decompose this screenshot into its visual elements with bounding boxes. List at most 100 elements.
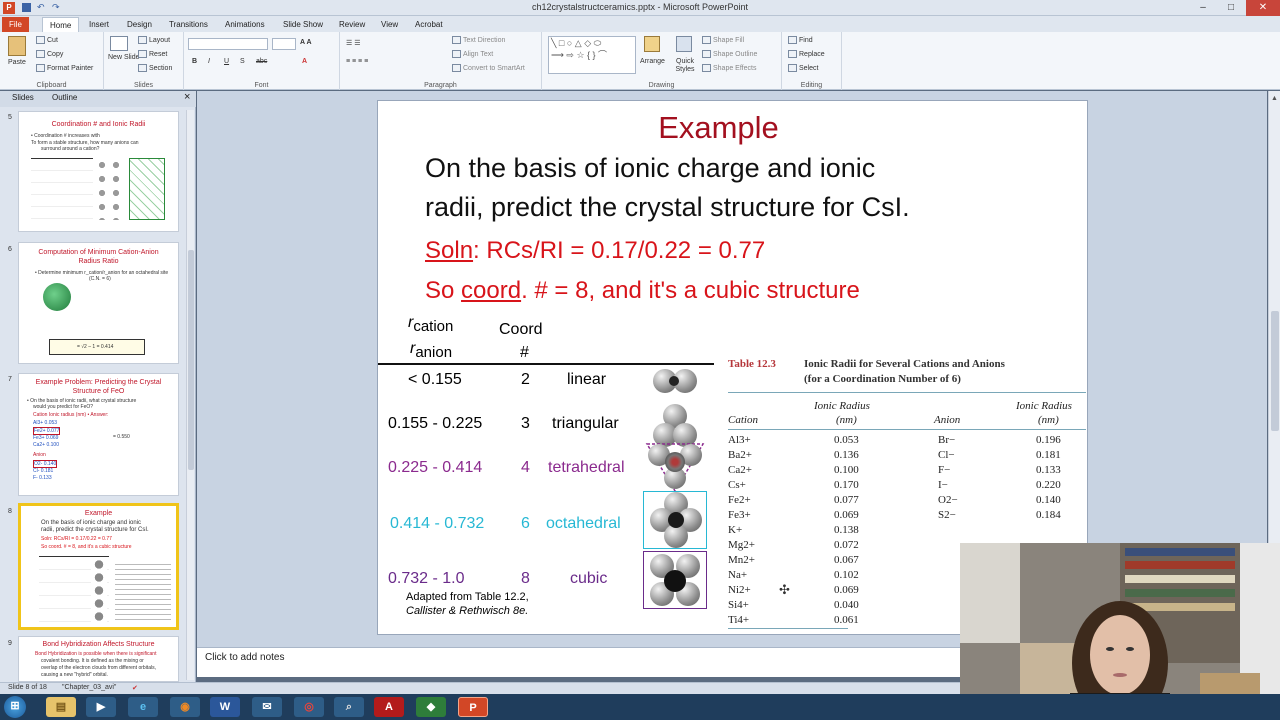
search-icon[interactable]: ⌕ [334, 697, 364, 717]
new-slide-button[interactable]: New Slide [108, 54, 140, 61]
slide-title[interactable]: Example [294, 110, 1143, 146]
format-painter-button[interactable]: Format Painter [36, 64, 93, 72]
italic-icon[interactable]: I [208, 58, 210, 65]
strikethrough-icon[interactable]: abc [256, 58, 267, 65]
align-text-button[interactable]: Align Text [452, 50, 493, 58]
font-color-icon[interactable]: A [302, 58, 307, 65]
col-header-radius: Ionic Radius [814, 400, 870, 412]
close-button[interactable]: ✕ [1246, 0, 1280, 16]
chrome-icon[interactable]: ◎ [294, 697, 324, 717]
word-icon[interactable]: W [210, 697, 240, 717]
thumb-number: 6 [8, 246, 12, 253]
internet-explorer-icon[interactable]: e [128, 697, 158, 717]
close-pane-icon[interactable]: × [184, 91, 190, 103]
solution-line[interactable]: Soln: RCs/RI = 0.17/0.22 = 0.77 [425, 237, 765, 265]
tab-design[interactable]: Design [120, 17, 159, 32]
shape-effects-button[interactable]: Shape Effects [702, 64, 756, 72]
tab-animations[interactable]: Animations [218, 17, 272, 32]
copy-button[interactable]: Copy [36, 50, 63, 58]
group-label: Drawing [648, 82, 675, 89]
font-size-select[interactable] [272, 38, 296, 50]
text-direction-button[interactable]: Text Direction [452, 36, 505, 44]
slide-thumbnail-7[interactable]: Example Problem: Predicting the Crystal … [18, 373, 179, 496]
slide-thumbnail-9[interactable]: Bond Hybridization Affects Structure Bon… [18, 636, 179, 682]
maps-icon[interactable]: ◆ [416, 697, 446, 717]
tab-home[interactable]: Home [42, 17, 80, 32]
tab-insert[interactable]: Insert [82, 17, 116, 32]
slide-thumbnail-6[interactable]: Computation of Minimum Cation-Anion Radi… [18, 242, 179, 364]
scrollbar-thumb[interactable] [1271, 311, 1279, 431]
layout-button[interactable]: Layout [138, 36, 170, 44]
select-button[interactable]: Select [788, 64, 818, 72]
tab-review[interactable]: Review [332, 17, 372, 32]
grow-font-icon[interactable]: A A [300, 39, 312, 46]
underline-icon[interactable]: U [224, 58, 229, 65]
minimize-button[interactable]: – [1190, 0, 1216, 16]
anion-radius: 0.133 [1036, 464, 1061, 476]
tab-outline-pane[interactable]: Outline [52, 93, 77, 102]
scrollbar-thumb[interactable] [188, 250, 194, 470]
maximize-button[interactable]: □ [1218, 0, 1244, 16]
thumb-spheres-figure [95, 158, 123, 220]
thumb-line: radii, predict the crystal structure for… [41, 527, 149, 533]
tab-file[interactable]: File [2, 17, 29, 32]
align-icons[interactable]: ≡ ≡ ≡ ≡ [346, 58, 368, 65]
tab-slide-show[interactable]: Slide Show [276, 17, 330, 32]
cation-symbol: Fe2+ [728, 494, 751, 506]
theme-name: "Chapter_03_avi" [62, 684, 117, 691]
replace-button[interactable]: Replace [788, 50, 825, 58]
shadow-icon[interactable]: S [240, 58, 245, 65]
media-player-icon[interactable]: ▶ [86, 697, 116, 717]
thumbnails-scrollbar[interactable] [186, 110, 194, 680]
font-name-select[interactable] [188, 38, 268, 50]
powerpoint-icon[interactable]: P [458, 697, 488, 717]
slide-thumbnail-5[interactable]: Coordination # and Ionic Radii • Coordin… [18, 111, 179, 232]
find-button[interactable]: Find [788, 36, 813, 44]
shape-fill-button[interactable]: Shape Fill [702, 36, 744, 44]
bold-icon[interactable]: B [192, 58, 197, 65]
scissors-icon [36, 36, 45, 44]
cut-button[interactable]: Cut [36, 36, 58, 44]
thumb-line: Cation Ionic radius (nm) • Answer: [33, 412, 109, 418]
geometry-name: cubic [570, 570, 608, 587]
quick-styles-button[interactable]: Quick Styles [672, 58, 698, 74]
quick-styles-icon[interactable] [676, 36, 692, 52]
arrange-button[interactable]: Arrange [640, 58, 665, 65]
paste-icon[interactable] [8, 36, 26, 56]
thumb-spheres-figure [91, 558, 107, 622]
tab-view[interactable]: View [374, 17, 405, 32]
slide-thumbnail-8[interactable]: Example On the basis of ionic charge and… [18, 503, 179, 630]
anion-radius: 0.184 [1036, 509, 1061, 521]
coordination-number: 8 [521, 570, 530, 587]
start-button-icon[interactable]: ⊞ [4, 696, 26, 718]
scrollbar-up-icon[interactable]: ▲ [1271, 95, 1278, 102]
thumb-line: causing a new "hybrid" orbital. [41, 672, 108, 678]
tab-acrobat[interactable]: Acrobat [408, 17, 450, 32]
table-caption-label: Table 12.3 [728, 358, 776, 370]
firefox-icon[interactable]: ◉ [170, 697, 200, 717]
shapes-gallery[interactable]: ╲ □ ○ △ ◇ ⬭ ⟶ ⇨ ☆ { } ⌒ [548, 36, 636, 74]
anion-symbol: Cl− [938, 449, 955, 461]
thunderbird-icon[interactable]: ✉ [252, 697, 282, 717]
convert-smartart-button[interactable]: Convert to SmartArt [452, 64, 525, 72]
new-slide-icon[interactable] [110, 36, 128, 51]
copy-icon [36, 50, 45, 58]
thumb-number: 8 [8, 508, 12, 515]
paste-button[interactable]: Paste [8, 59, 26, 66]
section-button[interactable]: Section [138, 64, 172, 72]
bullets-icon[interactable]: ☰ ☰ [346, 39, 361, 47]
tab-slides-pane[interactable]: Slides [12, 93, 34, 102]
reset-button[interactable]: Reset [138, 50, 167, 58]
slide-body-line[interactable]: On the basis of ionic charge and ionic [425, 153, 875, 184]
shape-outline-button[interactable]: Shape Outline [702, 50, 757, 58]
tab-transitions[interactable]: Transitions [162, 17, 215, 32]
conclusion-line[interactable]: So coord. # = 8, and it's a cubic struct… [425, 277, 860, 305]
arrange-icon[interactable] [644, 36, 660, 52]
spellcheck-icon[interactable]: ✔ [132, 684, 138, 692]
cursor-icon [788, 64, 797, 72]
explorer-icon[interactable]: ▤ [46, 697, 76, 717]
acrobat-icon[interactable]: A [374, 697, 404, 717]
slide-body-line[interactable]: radii, predict the crystal structure for… [425, 192, 910, 223]
tetrahedral-geometry-figure [643, 441, 707, 493]
thumb-line: would you predict for FeO? [33, 404, 94, 410]
